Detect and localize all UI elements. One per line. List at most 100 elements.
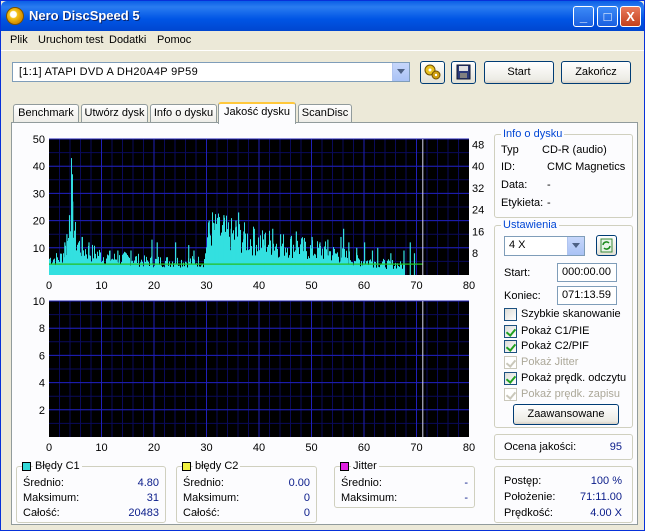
c1-bar (318, 247, 319, 275)
start-button[interactable]: Start (484, 61, 554, 84)
c1-bar (137, 262, 138, 275)
tab-create-disc[interactable]: Utwórz dysk (81, 104, 148, 123)
end-position-input[interactable]: 071:13.59 (557, 286, 617, 305)
c1-bar (225, 231, 226, 275)
c1-spike (130, 250, 132, 275)
c1-bar (134, 260, 135, 275)
x-tick-label: 10 (95, 442, 107, 454)
c1-bar (274, 250, 275, 275)
c1-bar (257, 251, 258, 275)
save-button[interactable] (451, 61, 476, 84)
c1-spike (340, 236, 342, 275)
c1-bar (363, 261, 364, 275)
c1-bar (216, 223, 217, 275)
c1-bar (108, 255, 109, 275)
c1-bar (245, 233, 246, 275)
c1-bar (74, 230, 75, 275)
c1-bar (276, 243, 277, 275)
tab-disc-info[interactable]: Info o dysku (150, 104, 217, 123)
menu-uruchom-test[interactable]: Uruchom test (38, 34, 103, 46)
c1-bar (122, 254, 123, 275)
advanced-button[interactable]: Zaawansowane (513, 404, 619, 425)
chevron-down-icon[interactable] (392, 63, 409, 81)
c1-bar (330, 251, 331, 275)
menu-dodatki[interactable]: Dodatki (109, 34, 146, 46)
c1-bar (342, 248, 343, 275)
c1-spike (71, 190, 73, 275)
app-window: Nero DiscSpeed 5 _ □ X Plik Uruchom test… (0, 0, 645, 531)
close-button[interactable]: X (620, 6, 641, 27)
c2-avg-label: Średnio: (183, 477, 224, 489)
quality-score-value: 95 (609, 441, 622, 453)
c1-bar (200, 266, 201, 275)
quality-score-box: Ocena jakości: 95 (494, 434, 633, 460)
c1-bar (150, 257, 151, 275)
start-position-input[interactable]: 000:00.00 (557, 263, 617, 282)
drive-select[interactable]: [1:1] ATAPI DVD A DH20A4P 9P59 (12, 62, 410, 82)
c1-bar (104, 263, 105, 275)
c1-bar (289, 255, 290, 275)
c1-bar (155, 258, 156, 275)
c1-bar (144, 255, 145, 275)
c1-bar (302, 237, 303, 275)
c1-bar (255, 255, 256, 275)
tab-scandisc[interactable]: ScanDisc (298, 104, 352, 123)
x-tick-label: 50 (305, 442, 317, 454)
checkbox-show-read-speed-box[interactable] (504, 372, 517, 385)
c1-bar (98, 255, 99, 275)
speed-select[interactable]: 4 X (504, 236, 585, 256)
window-title: Nero DiscSpeed 5 (29, 8, 140, 23)
c1-bar (397, 263, 398, 275)
c1-spike (151, 239, 153, 275)
c1-bar (94, 245, 95, 275)
y-tick-label: 30 (33, 188, 45, 200)
x-tick-label: 30 (200, 442, 212, 454)
c2-stats-title: błędy C2 (193, 460, 241, 472)
checkbox-show-c2-box[interactable] (504, 340, 517, 353)
c1-bar (167, 257, 168, 275)
c1-bar (329, 251, 330, 275)
c1-bar (119, 255, 120, 275)
minimize-button[interactable]: _ (573, 6, 594, 27)
c1-bar (146, 256, 147, 275)
tab-disc-quality[interactable]: Jakość dysku (218, 102, 296, 124)
c1-avg-label: Średnio: (23, 477, 64, 489)
c1-spike (319, 242, 321, 275)
maximize-button[interactable]: □ (597, 6, 618, 27)
c1-bar (49, 258, 50, 275)
tab-benchmark[interactable]: Benchmark (13, 104, 79, 123)
c1-bar (180, 267, 181, 275)
c1-bar (97, 251, 98, 275)
c2-max-value: 0 (303, 492, 310, 504)
disc-info-box: Info o dysku Typ CD-R (audio) ID: CMC Ma… (494, 128, 633, 218)
c1-legend-swatch (22, 462, 31, 471)
end-button[interactable]: Zakończ (561, 61, 631, 84)
title-bar[interactable]: Nero DiscSpeed 5 _ □ X (1, 1, 644, 31)
c1-bar (367, 260, 368, 275)
c1-bar (350, 260, 351, 275)
disc-id-value: CMC Magnetics (547, 161, 626, 173)
c1-spike (230, 228, 232, 275)
c1-bar (191, 263, 192, 275)
c1-bar (196, 263, 197, 275)
menu-plik[interactable]: Plik (10, 34, 28, 46)
speed-chevron-down-icon[interactable] (567, 237, 584, 255)
menu-pomoc[interactable]: Pomoc (157, 34, 191, 46)
refresh-button[interactable] (596, 235, 617, 256)
c1-bar (347, 257, 348, 275)
c1-bar (50, 257, 51, 275)
c1-bar (211, 245, 212, 275)
c1-bar (233, 230, 234, 275)
c1-bar (251, 246, 252, 275)
x-tick-label: 70 (410, 280, 422, 292)
nero-disc-icon (6, 7, 24, 25)
refresh-icon (600, 238, 613, 253)
checkbox-show-c1-box[interactable] (504, 325, 517, 338)
speed-value: 4.00 X (590, 507, 622, 519)
c1-bar (258, 237, 259, 275)
x-tick-label: 40 (253, 442, 265, 454)
drive-info-button[interactable] (420, 61, 445, 84)
c1-bar (268, 244, 269, 275)
c1-bar (368, 264, 369, 275)
checkbox-quick-scan-box[interactable] (504, 308, 517, 321)
